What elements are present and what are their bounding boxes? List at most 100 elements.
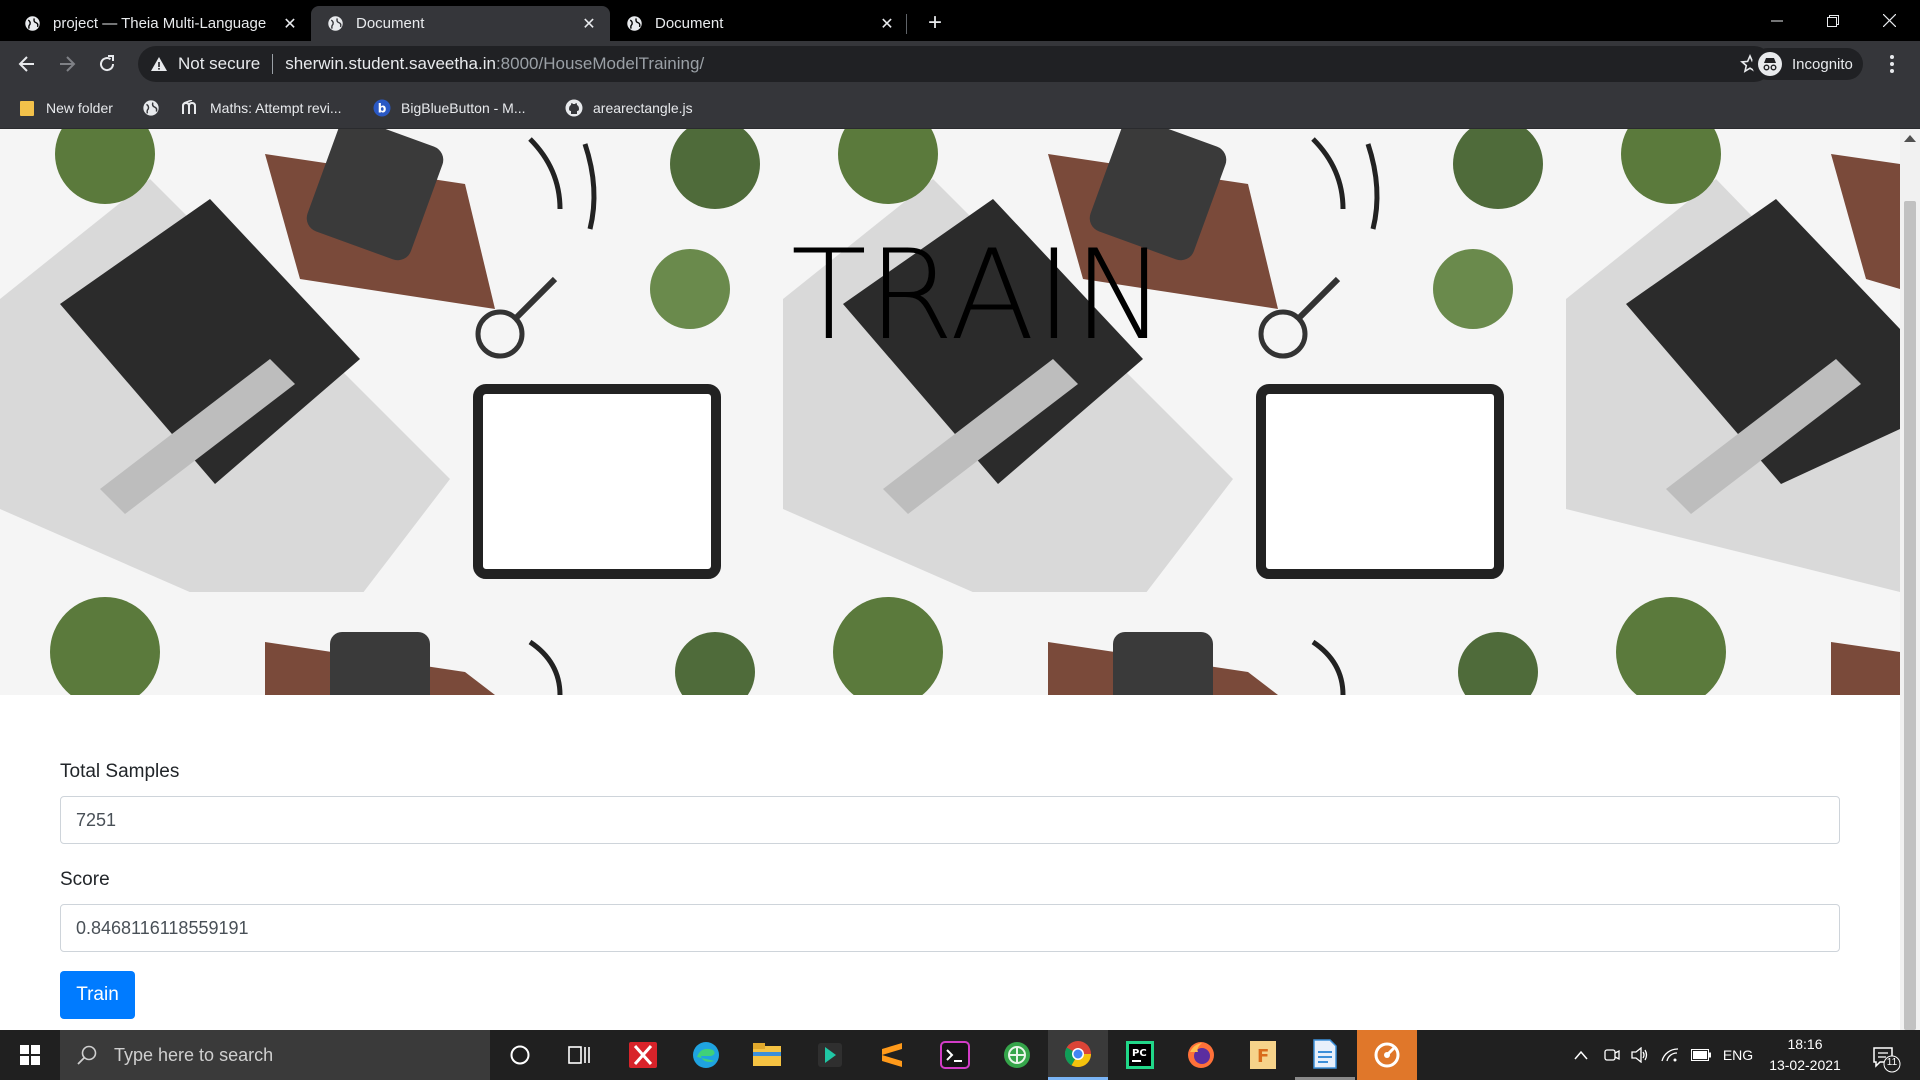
taskbar-app-chrome[interactable] xyxy=(1048,1030,1108,1080)
taskbar-clock[interactable]: 18:16 13-02-2021 xyxy=(1760,1034,1850,1076)
search-placeholder: Type here to search xyxy=(114,1044,274,1065)
scroll-up-icon[interactable] xyxy=(1904,135,1916,142)
start-button[interactable] xyxy=(0,1030,60,1080)
globe-icon xyxy=(627,16,642,31)
close-icon xyxy=(1882,14,1896,27)
taskbar-app-anaconda[interactable] xyxy=(800,1030,860,1080)
task-view-icon xyxy=(568,1046,590,1064)
taskbar-app-web[interactable] xyxy=(987,1030,1047,1080)
svg-text:PC: PC xyxy=(1132,1048,1147,1059)
desk-illustration xyxy=(1566,129,1900,592)
total-samples-input[interactable] xyxy=(60,796,1840,844)
bookmark-label: New folder xyxy=(46,100,113,116)
new-tab-button[interactable]: + xyxy=(920,8,950,38)
taskbar-app-edge[interactable] xyxy=(676,1030,736,1080)
hero-background-tile xyxy=(1566,592,1900,695)
bookmark-maths[interactable]: Maths: Attempt revi... xyxy=(182,96,342,120)
profile-label: Incognito xyxy=(1792,55,1853,73)
bookmark-bigbluebutton[interactable]: b BigBlueButton - M... xyxy=(373,96,526,120)
terminal-icon xyxy=(940,1041,970,1069)
tray-language[interactable]: ENG xyxy=(1720,1030,1756,1080)
cortana-icon xyxy=(510,1045,530,1065)
svg-text:F: F xyxy=(1257,1046,1269,1067)
taskbar-app-pycharm[interactable]: PC xyxy=(1110,1030,1170,1080)
page-scrollbar[interactable] xyxy=(1900,129,1920,1030)
wifi-icon xyxy=(1661,1048,1679,1062)
cortana-button[interactable] xyxy=(490,1030,550,1080)
volume-icon xyxy=(1631,1047,1648,1063)
incognito-icon xyxy=(1758,52,1782,76)
taskbar-app-firefox[interactable] xyxy=(1171,1030,1231,1080)
hero-background-tile xyxy=(783,592,1566,695)
bookmark-globe[interactable] xyxy=(142,96,170,120)
scrollbar-thumb[interactable] xyxy=(1904,201,1916,1030)
taskbar-app-terminal[interactable] xyxy=(925,1030,985,1080)
close-icon[interactable]: ✕ xyxy=(580,15,598,33)
clock-date: 13-02-2021 xyxy=(1769,1057,1841,1073)
tab-strip: project — Theia Multi-Language ✕ Documen… xyxy=(0,0,1920,41)
task-view-button[interactable] xyxy=(550,1030,610,1080)
tray-show-hidden[interactable] xyxy=(1569,1030,1593,1080)
app-icon xyxy=(1374,1042,1400,1068)
total-samples-label: Total Samples xyxy=(60,761,180,782)
restore-button[interactable] xyxy=(1805,0,1861,41)
tray-meet[interactable] xyxy=(1600,1030,1624,1080)
close-icon[interactable]: ✕ xyxy=(281,15,299,33)
tab-title: project — Theia Multi-Language xyxy=(53,15,267,32)
hero-banner: TRAIN xyxy=(0,129,1900,695)
tray-battery[interactable] xyxy=(1688,1030,1714,1080)
github-icon xyxy=(565,99,583,117)
minimize-button[interactable] xyxy=(1749,0,1805,41)
forward-button[interactable] xyxy=(51,48,83,80)
globe-icon xyxy=(25,16,40,31)
edge-icon xyxy=(693,1042,719,1068)
taskbar-app-file-explorer[interactable] xyxy=(737,1030,797,1080)
taskbar-app-sublime[interactable] xyxy=(862,1030,922,1080)
hero-background-tile xyxy=(0,592,783,695)
taskbar-app-notepad[interactable] xyxy=(1295,1030,1355,1080)
app-icon: F xyxy=(1250,1041,1276,1069)
tab-title: Document xyxy=(356,15,425,32)
firefox-icon xyxy=(1188,1042,1214,1068)
bookmark-label: arearectangle.js xyxy=(593,100,693,116)
tab-theia[interactable]: project — Theia Multi-Language ✕ xyxy=(8,6,311,41)
battery-icon xyxy=(1691,1049,1711,1061)
security-label[interactable]: Not secure xyxy=(178,54,260,74)
url-path: :8000/HouseModelTraining/ xyxy=(495,54,705,73)
bookmark-label: BigBlueButton - M... xyxy=(401,100,526,116)
tray-wifi[interactable] xyxy=(1658,1030,1682,1080)
close-icon[interactable]: ✕ xyxy=(878,15,896,33)
forward-arrow-icon xyxy=(60,56,76,72)
train-button[interactable]: Train xyxy=(60,971,135,1019)
kebab-icon xyxy=(1890,55,1894,73)
folder-icon xyxy=(18,99,36,117)
globe-icon xyxy=(142,99,160,117)
taskbar-app-pdf[interactable] xyxy=(613,1030,673,1080)
bookmark-new-folder[interactable]: New folder xyxy=(18,96,113,120)
reload-button[interactable] xyxy=(91,48,123,80)
close-window-button[interactable] xyxy=(1861,0,1917,41)
taskbar-app-folder-f[interactable]: F xyxy=(1233,1030,1293,1080)
restore-icon xyxy=(1827,14,1839,27)
chevron-up-icon xyxy=(1574,1050,1588,1060)
document-icon xyxy=(1313,1038,1337,1069)
folder-icon xyxy=(753,1043,781,1066)
action-center-button[interactable]: 11 xyxy=(1866,1038,1902,1074)
menu-button[interactable] xyxy=(1880,51,1904,77)
chrome-icon xyxy=(1064,1040,1092,1067)
tab-document[interactable]: Document ✕ xyxy=(610,6,908,41)
globe-icon xyxy=(328,16,343,31)
hero-background-tile xyxy=(1566,129,1900,592)
taskbar-search[interactable]: Type here to search xyxy=(60,1030,490,1080)
score-input[interactable] xyxy=(60,904,1840,952)
bookmark-arearectangle[interactable]: arearectangle.js xyxy=(565,96,693,120)
tab-document-active[interactable]: Document ✕ xyxy=(311,6,610,41)
address-bar[interactable]: Not secure sherwin.student.saveetha.in:8… xyxy=(138,46,1772,82)
back-button[interactable] xyxy=(11,48,43,80)
incognito-profile[interactable]: Incognito xyxy=(1752,48,1863,80)
omnibox-divider xyxy=(272,54,274,74)
taskbar-app-orange[interactable] xyxy=(1357,1030,1417,1080)
moodle-icon xyxy=(182,99,200,117)
tray-volume[interactable] xyxy=(1628,1030,1652,1080)
sublime-icon xyxy=(882,1043,902,1067)
